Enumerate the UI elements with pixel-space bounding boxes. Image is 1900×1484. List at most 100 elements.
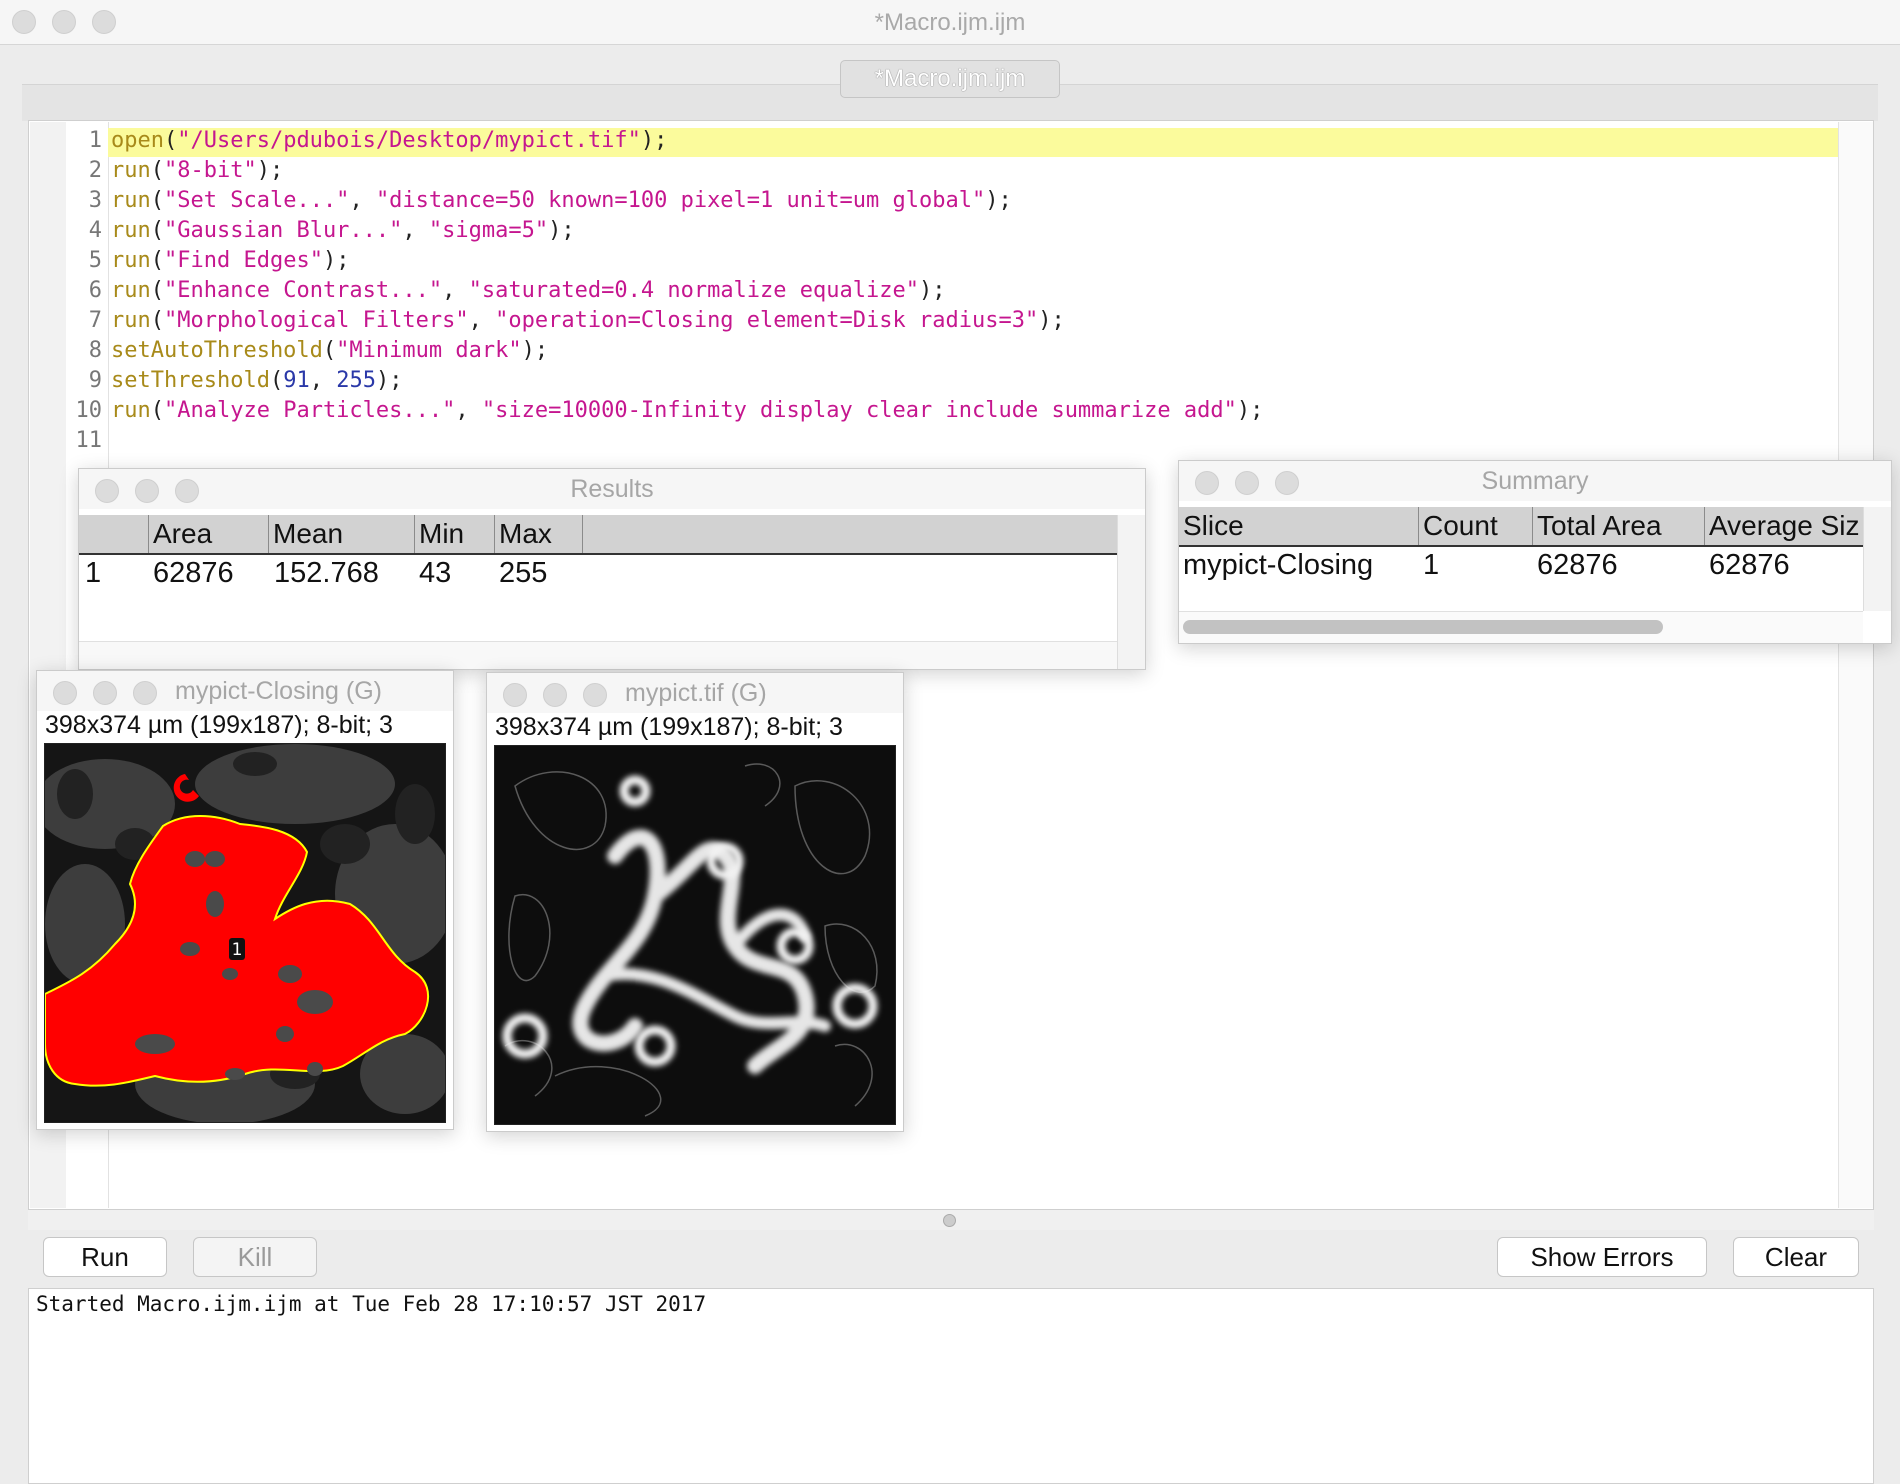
edge-image <box>495 746 895 1124</box>
image-window-closing[interactable]: mypict-Closing (G) 398x374 µm (199x187);… <box>36 670 454 1130</box>
code-token: , <box>442 278 469 303</box>
code-token: ( <box>150 188 164 213</box>
results-cell: 255 <box>499 557 548 589</box>
code-token: , <box>402 218 429 243</box>
code-line[interactable]: run("Morphological Filters", "operation=… <box>111 308 1065 333</box>
results-window[interactable]: Results Area Mean Min Max 1 62876 152.76… <box>78 468 1146 670</box>
code-line[interactable]: run("Set Scale...", "distance=50 known=1… <box>111 188 1012 213</box>
code-token: ); <box>640 128 668 153</box>
code-line[interactable]: run("Enhance Contrast...", "saturated=0.… <box>111 278 946 303</box>
code-token: ); <box>919 278 946 303</box>
summary-header-average-size[interactable]: Average Siz <box>1705 507 1863 545</box>
summary-header-slice[interactable]: Slice <box>1179 507 1419 545</box>
code-token: ); <box>1038 308 1065 333</box>
code-token: "Minimum dark" <box>336 338 522 363</box>
summary-cell: 1 <box>1423 549 1440 581</box>
code-token: run <box>111 398 151 423</box>
line-number: 5 <box>88 248 102 273</box>
code-line[interactable]: setThreshold(91, 255); <box>111 368 402 393</box>
results-titlebar: Results <box>79 469 1145 509</box>
code-token: setAutoThreshold <box>111 338 323 363</box>
results-header-max[interactable]: Max <box>495 515 583 553</box>
code-token: ( <box>163 128 178 153</box>
line-number: 3 <box>88 188 102 213</box>
code-line[interactable]: open("/Users/pdubois/Desktop/mypict.tif"… <box>111 128 667 153</box>
close-window-icon[interactable] <box>503 683 527 707</box>
tab-macro[interactable]: *Macro.ijm.ijm <box>840 60 1060 98</box>
image-canvas-original[interactable] <box>494 745 896 1125</box>
summary-horizontal-scrollbar[interactable] <box>1179 611 1863 643</box>
thresholded-image: 1 <box>37 744 453 1124</box>
clear-button[interactable]: Clear <box>1733 1237 1859 1277</box>
run-button[interactable]: Run <box>43 1237 167 1277</box>
code-token: ); <box>322 248 350 273</box>
splitter-grip-icon[interactable] <box>943 1214 956 1227</box>
log-output[interactable]: Started Macro.ijm.ijm at Tue Feb 28 17:1… <box>28 1288 1874 1484</box>
summary-cell: mypict-Closing <box>1183 549 1374 581</box>
line-number: 7 <box>88 308 102 333</box>
image-orig-titlebar: mypict.tif (G) <box>487 673 903 713</box>
code-line[interactable]: setAutoThreshold("Minimum dark"); <box>111 338 548 363</box>
results-header-mean[interactable]: Mean <box>269 515 415 553</box>
code-line[interactable]: run("8-bit"); <box>111 158 283 183</box>
image-canvas-closing[interactable]: 1 <box>37 743 453 1124</box>
summary-title: Summary <box>1481 467 1589 495</box>
results-header-area[interactable]: Area <box>149 515 269 553</box>
line-number: 8 <box>88 338 102 363</box>
results-header-index[interactable] <box>79 515 149 553</box>
show-errors-button[interactable]: Show Errors <box>1497 1237 1707 1277</box>
code-token: 255 <box>336 368 376 393</box>
code-token: ); <box>521 338 549 363</box>
zoom-window-icon[interactable] <box>133 681 157 705</box>
code-line[interactable]: run("Gaussian Blur...", "sigma=5"); <box>111 218 575 243</box>
results-cell: 43 <box>419 557 452 589</box>
results-cell: 1 <box>85 557 102 589</box>
code-token: run <box>111 308 151 333</box>
kill-button[interactable]: Kill <box>193 1237 317 1277</box>
results-header-row: Area Mean Min Max <box>79 515 1117 555</box>
code-line[interactable]: run("Analyze Particles...", "size=10000-… <box>111 398 1263 423</box>
summary-header-row: Slice Count Total Area Average Siz <box>1179 507 1863 547</box>
code-token: ( <box>150 398 164 423</box>
code-token: "Find Edges" <box>164 248 323 273</box>
code-token: ); <box>1236 398 1264 423</box>
code-token: "Analyze Particles..." <box>164 398 456 423</box>
minimize-window-icon[interactable] <box>543 683 567 707</box>
summary-header-count[interactable]: Count <box>1419 507 1533 545</box>
scrollbar-thumb[interactable] <box>1183 620 1663 634</box>
editor-vertical-scrollbar[interactable] <box>1838 122 1873 1208</box>
line-number: 11 <box>75 428 103 453</box>
code-line[interactable]: run("Find Edges"); <box>111 248 349 273</box>
code-token: run <box>111 218 151 243</box>
summary-vertical-scrollbar[interactable] <box>1863 507 1891 611</box>
minimize-window-icon[interactable] <box>93 681 117 705</box>
close-window-icon[interactable] <box>53 681 77 705</box>
code-token: , <box>455 398 482 423</box>
image-window-original[interactable]: mypict.tif (G) 398x374 µm (199x187); 8-b… <box>486 672 904 1132</box>
image-closing-info: 398x374 µm (199x187); 8-bit; 3 <box>45 711 393 739</box>
line-number: 9 <box>88 368 102 393</box>
code-token: , <box>349 188 376 213</box>
code-token: ( <box>269 368 284 393</box>
roi-label: 1 <box>232 940 243 960</box>
code-token: "/Users/pdubois/Desktop/mypict.tif" <box>177 128 641 153</box>
zoom-window-icon[interactable] <box>583 683 607 707</box>
code-token: ( <box>150 278 164 303</box>
results-horizontal-scrollbar[interactable] <box>79 641 1117 669</box>
image-orig-info: 398x374 µm (199x187); 8-bit; 3 <box>495 713 843 741</box>
image-closing-titlebar: mypict-Closing (G) <box>37 671 453 711</box>
code-token: "Set Scale..." <box>164 188 350 213</box>
code-token: ); <box>548 218 575 243</box>
line-number: 10 <box>75 398 103 423</box>
image-orig-title: mypict.tif (G) <box>625 679 767 707</box>
code-token: ); <box>985 188 1012 213</box>
code-token: ( <box>150 218 164 243</box>
code-token: "8-bit" <box>164 158 257 183</box>
summary-header-total-area[interactable]: Total Area <box>1533 507 1705 545</box>
results-vertical-scrollbar[interactable] <box>1117 515 1145 669</box>
summary-window[interactable]: Summary Slice Count Total Area Average S… <box>1178 460 1892 644</box>
line-number: 4 <box>88 218 102 243</box>
summary-cell: 62876 <box>1537 549 1618 581</box>
code-token: "Morphological Filters" <box>164 308 469 333</box>
results-header-min[interactable]: Min <box>415 515 495 553</box>
